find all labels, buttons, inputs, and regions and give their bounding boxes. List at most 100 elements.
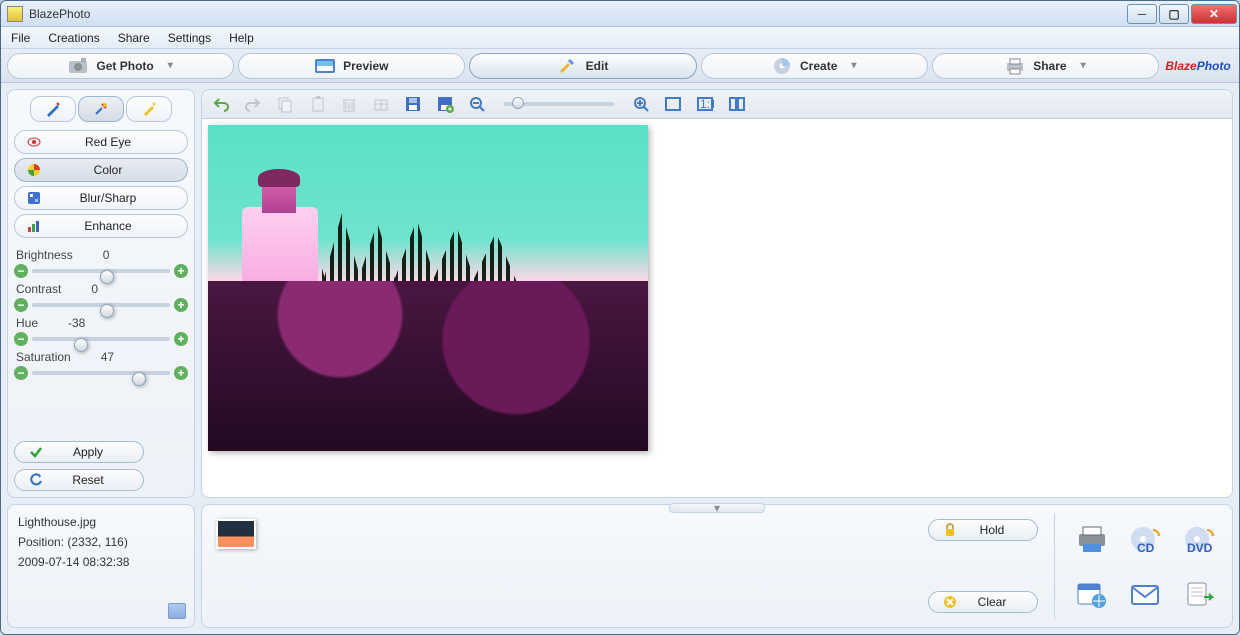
paste-button[interactable] (308, 95, 326, 113)
slider-rail[interactable] (32, 303, 170, 307)
action-export-file[interactable] (1174, 568, 1224, 619)
camera-icon (68, 57, 88, 75)
category-label: Color (55, 163, 187, 177)
zoom-thumb[interactable] (512, 97, 524, 109)
clear-button[interactable]: Clear (928, 591, 1038, 613)
maximize-button[interactable]: ▢ (1159, 4, 1189, 24)
edit-mode-crop[interactable] (30, 96, 76, 122)
slider-saturation: Saturation47 −+ (14, 350, 188, 382)
action-print[interactable] (1067, 513, 1117, 564)
hold-button[interactable]: Hold (928, 519, 1038, 541)
tray-collapse-handle[interactable]: ▾ (669, 503, 765, 513)
increment-button[interactable]: + (174, 264, 188, 278)
save-button[interactable] (404, 95, 422, 113)
action-burn-dvd[interactable]: DVD (1174, 513, 1224, 564)
undo-button[interactable] (212, 95, 230, 113)
category-red-eye[interactable]: Red Eye (14, 130, 188, 154)
category-enhance[interactable]: Enhance (14, 214, 188, 238)
tab-label: Share (1033, 59, 1066, 73)
cursor-position: Position: (2332, 116) (18, 535, 184, 549)
slider-label: Brightness (16, 248, 73, 262)
edit-tools-icon (558, 57, 578, 75)
slider-thumb[interactable] (100, 270, 114, 284)
slider-hue: Hue-38 −+ (14, 316, 188, 348)
zoom-out-button[interactable] (468, 95, 486, 113)
category-label: Enhance (55, 219, 187, 233)
slider-rail[interactable] (32, 371, 170, 375)
slider-value: -38 (68, 316, 85, 330)
close-button[interactable]: ✕ (1191, 4, 1237, 24)
category-label: Blur/Sharp (55, 191, 187, 205)
disc-icon (772, 57, 792, 75)
copy-button[interactable] (276, 95, 294, 113)
tab-preview[interactable]: Preview (238, 53, 465, 79)
clear-icon (943, 595, 957, 609)
reset-button[interactable]: Reset (14, 469, 144, 491)
actual-size-button[interactable]: 1:1 (696, 95, 714, 113)
file-info-box: Lighthouse.jpg Position: (2332, 116) 200… (7, 504, 195, 628)
menu-settings[interactable]: Settings (168, 31, 211, 45)
redo-button[interactable] (244, 95, 262, 113)
printer-icon (1005, 57, 1025, 75)
tab-create[interactable]: Create ▾ (701, 53, 928, 79)
action-burn-cd[interactable]: CD (1121, 513, 1171, 564)
crop-button[interactable] (372, 95, 390, 113)
slider-label: Contrast (16, 282, 61, 296)
tab-share[interactable]: Share ▾ (932, 53, 1159, 79)
canvas-area: 1:1 (201, 89, 1233, 498)
tab-edit[interactable]: Edit (469, 53, 696, 79)
edit-toolbar: 1:1 (201, 89, 1233, 119)
edit-mode-tabs (14, 96, 188, 122)
decrement-button[interactable]: − (14, 298, 28, 312)
action-export-html[interactable] (1067, 568, 1117, 619)
eye-icon (27, 135, 41, 149)
chevron-down-icon: ▾ (851, 60, 856, 71)
slider-value: 47 (101, 350, 114, 364)
svg-text:CD: CD (1137, 541, 1155, 554)
tab-label: Edit (586, 59, 609, 73)
zoom-slider[interactable] (504, 102, 614, 106)
slider-thumb[interactable] (100, 304, 114, 318)
fit-screen-button[interactable] (664, 95, 682, 113)
apply-button[interactable]: Apply (14, 441, 144, 463)
menu-share[interactable]: Share (118, 31, 150, 45)
category-blur-sharp[interactable]: Blur/Sharp (14, 186, 188, 210)
menu-help[interactable]: Help (229, 31, 254, 45)
decrement-button[interactable]: − (14, 366, 28, 380)
tray-thumbnail[interactable] (216, 519, 256, 549)
increment-button[interactable]: + (174, 332, 188, 346)
action-email[interactable] (1121, 568, 1171, 619)
slider-thumb[interactable] (74, 338, 88, 352)
app-title: BlazePhoto (29, 7, 90, 21)
menu-creations[interactable]: Creations (48, 31, 99, 45)
image-canvas[interactable] (201, 119, 1233, 498)
tab-get-photo[interactable]: Get Photo ▾ (7, 53, 234, 79)
category-label: Red Eye (55, 135, 187, 149)
file-properties-button[interactable] (168, 603, 186, 619)
increment-button[interactable]: + (174, 298, 188, 312)
slider-rail[interactable] (32, 269, 170, 273)
main-tabbar: Get Photo ▾ Preview Edit Create ▾ (1, 49, 1239, 83)
button-label: Apply (59, 445, 143, 459)
app-window: BlazePhoto ─ ▢ ✕ File Creations Share Se… (0, 0, 1240, 635)
menu-file[interactable]: File (11, 31, 30, 45)
slider-rail[interactable] (32, 337, 170, 341)
chevron-down-icon: ▾ (1081, 60, 1086, 71)
zoom-in-button[interactable] (632, 95, 650, 113)
titlebar: BlazePhoto ─ ▢ ✕ (1, 1, 1239, 27)
slider-value: 0 (91, 282, 98, 296)
save-as-button[interactable] (436, 95, 454, 113)
increment-button[interactable]: + (174, 366, 188, 380)
category-color[interactable]: Color (14, 158, 188, 182)
edit-mode-effects[interactable] (126, 96, 172, 122)
file-name: Lighthouse.jpg (18, 515, 184, 529)
slider-thumb[interactable] (132, 372, 146, 386)
edit-mode-adjust[interactable] (78, 96, 124, 122)
decrement-button[interactable]: − (14, 264, 28, 278)
compare-button[interactable] (728, 95, 746, 113)
minimize-button[interactable]: ─ (1127, 4, 1157, 24)
slider-brightness: Brightness0 −+ (14, 248, 188, 280)
delete-button[interactable] (340, 95, 358, 113)
decrement-button[interactable]: − (14, 332, 28, 346)
levels-icon (27, 219, 41, 233)
